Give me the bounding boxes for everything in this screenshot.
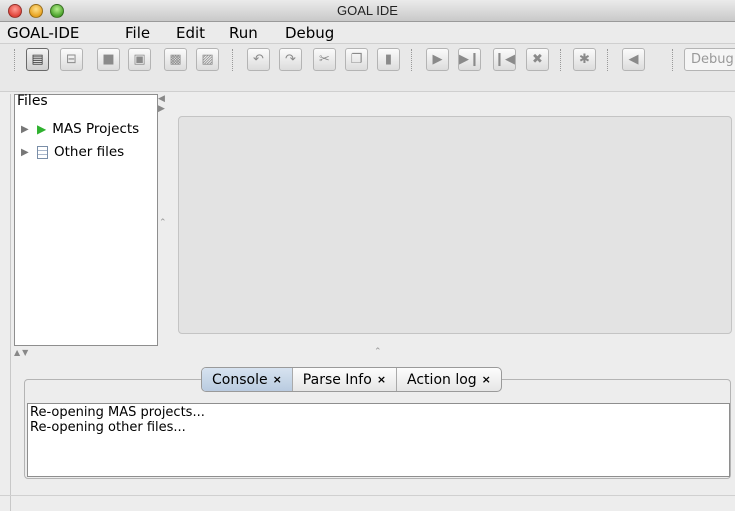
status-divider [0,495,735,496]
editor-area[interactable] [178,116,732,334]
play-icon[interactable]: ▶ [426,48,449,71]
debug-selector[interactable]: Debug [684,48,735,71]
tab-label: Action log [407,371,477,388]
menu-goal-ide[interactable]: GOAL-IDE [7,24,79,42]
close-tab-icon[interactable]: × [273,373,282,386]
console-line: Re-opening MAS projects... [30,405,205,420]
close-tab-icon[interactable]: × [377,373,386,386]
tab-label: Console [212,371,268,388]
files-header: Files [17,93,48,109]
menu-run[interactable]: Run [229,24,258,42]
close-tab-icon[interactable]: × [482,373,491,386]
files-panel[interactable]: Files ▶ ▶ MAS Projects ▶ Other files [14,93,158,346]
menu-bar: GOAL-IDE File Edit Run Debug [0,22,735,44]
save-all-icon[interactable]: ▣ [128,48,151,71]
window-title: GOAL IDE [337,3,398,18]
save-icon[interactable]: ■ [97,48,120,71]
toolbar: ▤ ⊟ ■ ▣ ▩ ▨ ↶ ↷ ✂ ❐ ▮ ▶ ▶❙ ❙◀ ✖ ✱ ◀ Debu… [0,44,735,92]
edit-icon[interactable]: ▨ [196,48,219,71]
tab-parse-info[interactable]: Parse Info × [293,368,398,391]
console-line: Re-opening other files... [30,420,186,435]
splitter-grip-icon[interactable]: ⌃ [374,347,382,357]
split-collapse-arrows[interactable]: ◀ ▶ [158,94,165,114]
green-play-icon: ▶ [37,122,47,136]
vertical-split-arrows[interactable]: ▲▼ [14,348,30,357]
expand-triangle-icon[interactable]: ▶ [21,124,31,135]
tab-action-log[interactable]: Action log × [397,368,501,391]
toolbar-separator [607,49,610,71]
tree-item-mas-projects[interactable]: ▶ ▶ MAS Projects [21,121,139,137]
document-icon [37,145,48,159]
save-as-icon[interactable]: ▩ [164,48,187,71]
open-folder-icon[interactable]: ⊟ [60,48,83,71]
tab-label: Parse Info [302,371,372,388]
menu-edit[interactable]: Edit [176,24,205,42]
tree-item-label: MAS Projects [52,121,140,137]
cut-icon[interactable]: ✂ [313,48,336,71]
back-icon[interactable]: ◀ [622,48,645,71]
console-output[interactable]: Re-opening MAS projects... Re-opening ot… [27,403,730,477]
toolbar-separator [411,49,414,71]
menu-debug[interactable]: Debug [285,24,334,42]
window-titlebar: GOAL IDE [0,0,735,22]
new-file-icon[interactable]: ▤ [26,48,49,71]
copy-icon[interactable]: ❐ [345,48,368,71]
debug-bug-icon[interactable]: ✱ [573,48,596,71]
kill-icon[interactable]: ✖ [526,48,549,71]
paste-icon[interactable]: ▮ [377,48,400,71]
window-left-edge [10,94,11,511]
toolbar-separator [232,49,235,71]
tree-item-label: Other files [54,144,125,160]
menu-file[interactable]: File [125,24,150,42]
splitter-grip-icon[interactable]: ⌃ [159,218,167,228]
tab-console[interactable]: Console × [202,368,293,391]
step-icon[interactable]: ▶❙ [458,48,481,71]
pause-icon[interactable]: ❙◀ [493,48,516,71]
tree-item-other-files[interactable]: ▶ Other files [21,144,124,160]
expand-triangle-icon[interactable]: ▶ [21,147,31,158]
toolbar-separator [560,49,563,71]
toolbar-separator [672,49,675,71]
redo-icon[interactable]: ↷ [279,48,302,71]
toolbar-grip[interactable] [14,49,17,71]
bottom-tabs: Console × Parse Info × Action log × [201,367,502,392]
undo-icon[interactable]: ↶ [247,48,270,71]
